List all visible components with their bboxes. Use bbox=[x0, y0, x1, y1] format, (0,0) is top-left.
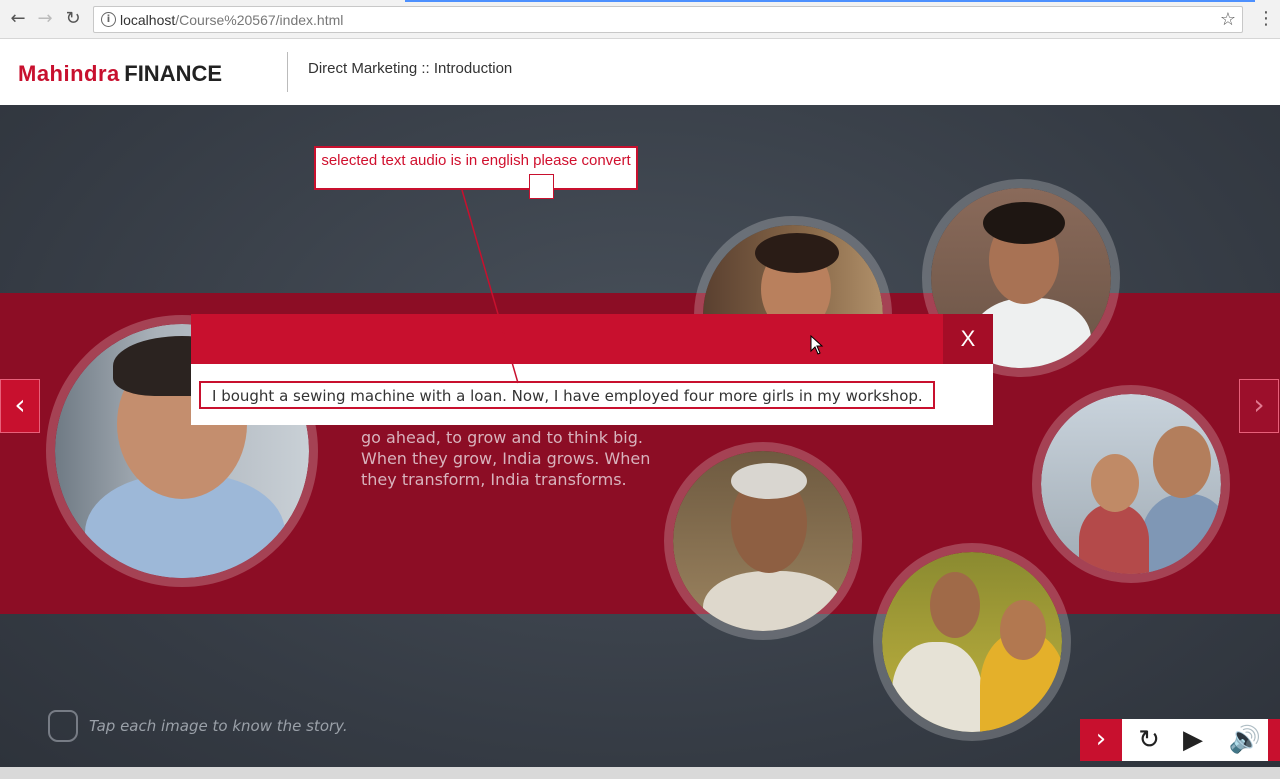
photo-shirt bbox=[892, 642, 982, 732]
photo-face bbox=[930, 572, 980, 638]
photo-shirt bbox=[703, 571, 843, 631]
photo-shirt bbox=[1141, 494, 1221, 574]
browser-toolbar: ← → ↻ i localhost/Course%20567/index.htm… bbox=[0, 0, 1280, 39]
portrait-old-man[interactable] bbox=[664, 442, 862, 640]
star-icon[interactable]: ☆ bbox=[1220, 9, 1236, 30]
photo-hair bbox=[755, 233, 839, 273]
portrait-father-son[interactable] bbox=[1032, 385, 1230, 583]
close-button[interactable]: X bbox=[943, 314, 993, 364]
popup-header bbox=[191, 314, 993, 364]
audio-button[interactable]: 🔊 bbox=[1224, 719, 1266, 761]
next-button[interactable]: › bbox=[1080, 719, 1122, 761]
story-popup: X I bought a sewing machine with a loan.… bbox=[191, 314, 993, 425]
chevron-left-icon: ‹ bbox=[14, 388, 26, 421]
hint-text: Tap each image to know the story. bbox=[89, 717, 348, 735]
annotation-note: selected text audio is in english please… bbox=[314, 146, 638, 190]
story-text: I bought a sewing machine with a loan. N… bbox=[199, 381, 935, 409]
prev-button[interactable]: ‹ bbox=[0, 379, 40, 433]
url-path: /Course%20567/index.html bbox=[175, 12, 344, 28]
logo-brand: Mahindra bbox=[18, 61, 120, 86]
url-host: localhost bbox=[120, 12, 176, 28]
course-header: Mahindra FINANCE Direct Marketing :: Int… bbox=[0, 39, 1280, 105]
speaker-icon: 🔊 bbox=[1228, 725, 1262, 755]
intro-text: go ahead, to grow and to think big. When… bbox=[361, 428, 651, 489]
photo-face-child bbox=[1091, 454, 1139, 512]
course-stage: go ahead, to grow and to think big. When… bbox=[0, 105, 1280, 767]
active-tab-indicator bbox=[405, 0, 1255, 2]
logo-suffix: FINANCE bbox=[124, 61, 223, 86]
player-toolbar: › ↻ ▶ 🔊 bbox=[1080, 719, 1280, 761]
replay-icon: ↻ bbox=[1138, 725, 1160, 755]
tap-hand-icon bbox=[48, 710, 78, 742]
url-text[interactable]: localhost/Course%20567/index.html bbox=[120, 12, 343, 28]
photo-face-woman bbox=[1000, 600, 1046, 660]
photo-shirt-child bbox=[1079, 504, 1149, 574]
toolbar-edge bbox=[1268, 719, 1280, 761]
next-slide-button[interactable]: › bbox=[1239, 379, 1279, 433]
photo-face bbox=[1153, 426, 1211, 498]
photo-hair bbox=[983, 202, 1065, 244]
brand-logo: Mahindra FINANCE bbox=[18, 61, 222, 87]
play-icon: ▶ bbox=[1183, 725, 1203, 755]
arrow-left-icon[interactable]: ← bbox=[7, 8, 29, 30]
annotation-handle[interactable] bbox=[529, 174, 554, 199]
reload-icon[interactable]: ↻ bbox=[62, 8, 84, 30]
replay-button[interactable]: ↻ bbox=[1128, 719, 1170, 761]
photo-hair bbox=[731, 463, 807, 499]
page-bottom-bar bbox=[0, 767, 1280, 779]
play-button[interactable]: ▶ bbox=[1172, 719, 1214, 761]
header-divider bbox=[287, 52, 288, 92]
kebab-menu-icon[interactable]: ⋮ bbox=[1257, 8, 1275, 29]
info-icon[interactable]: i bbox=[101, 12, 116, 27]
address-bar[interactable]: i localhost/Course%20567/index.html ☆ bbox=[93, 6, 1243, 33]
page-title: Direct Marketing :: Introduction bbox=[308, 60, 513, 77]
arrow-right-icon[interactable]: → bbox=[34, 8, 56, 30]
portrait-couple[interactable] bbox=[873, 543, 1071, 741]
mouse-cursor-icon bbox=[810, 335, 824, 355]
chevron-right-icon: › bbox=[1253, 388, 1265, 421]
chevron-right-icon: › bbox=[1095, 724, 1107, 754]
